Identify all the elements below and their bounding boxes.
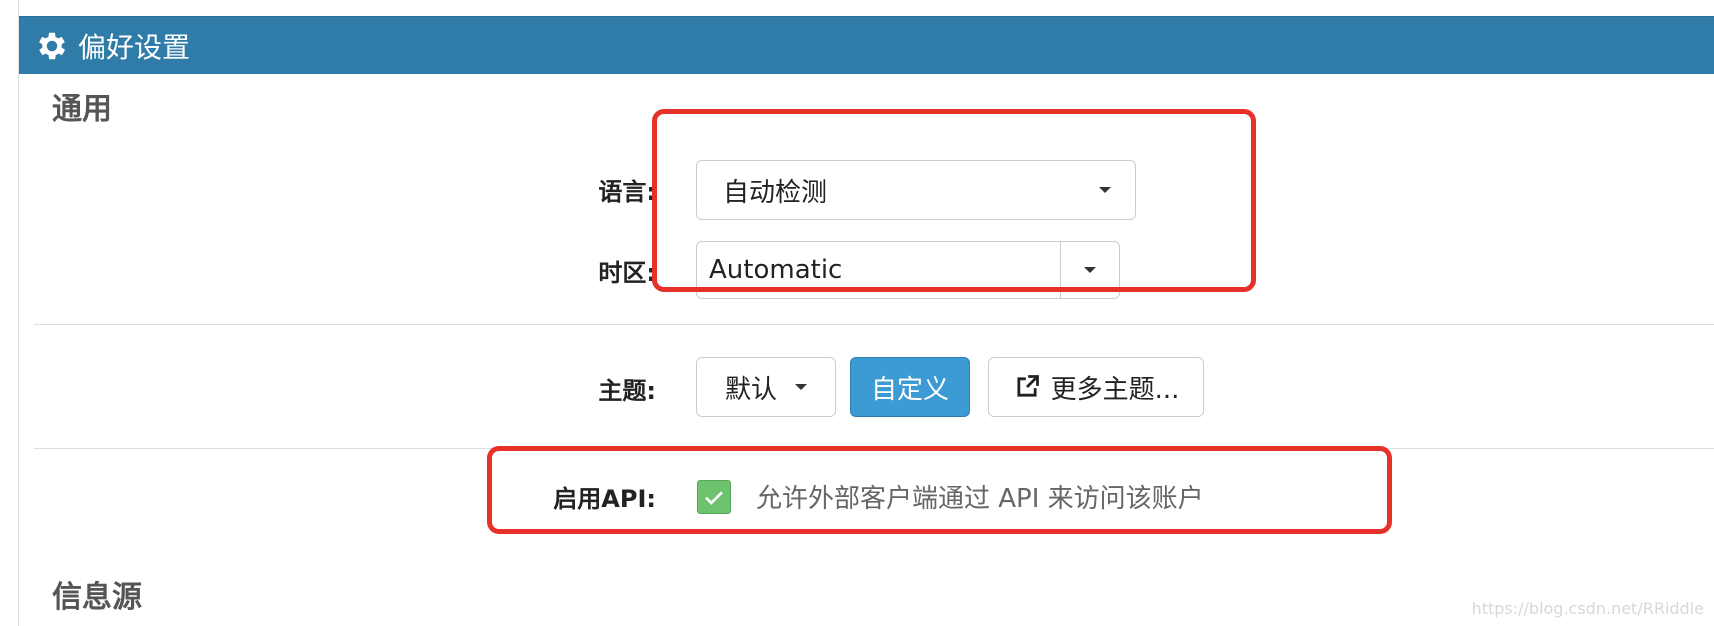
- customize-theme-button[interactable]: 自定义: [850, 357, 970, 417]
- panel-title: 偏好设置: [78, 30, 191, 64]
- theme-label: 主题:: [598, 377, 656, 405]
- theme-default-label: 默认: [724, 374, 777, 405]
- top-strip: [18, 0, 1714, 16]
- preferences-panel: 偏好设置: [18, 16, 1714, 626]
- highlight-box-api: [487, 446, 1392, 534]
- customize-theme-label: 自定义: [870, 374, 949, 405]
- highlight-box-language-timezone: [652, 109, 1256, 292]
- gear-icon: [39, 32, 66, 59]
- chevron-down-icon: [795, 384, 807, 390]
- section-title-feeds: 信息源: [52, 580, 142, 615]
- external-link-icon: [1017, 375, 1039, 397]
- more-themes-button[interactable]: 更多主题...: [988, 357, 1204, 417]
- panel-header: 偏好设置: [19, 16, 1714, 74]
- left-edge: [0, 0, 18, 626]
- divider: [34, 324, 1714, 325]
- watermark: https://blog.csdn.net/RRiddle: [1471, 599, 1704, 618]
- language-label: 语言:: [598, 178, 656, 206]
- timezone-label: 时区:: [598, 259, 656, 287]
- theme-default-dropdown[interactable]: 默认: [696, 357, 836, 417]
- more-themes-label: 更多主题...: [1050, 374, 1180, 405]
- section-title-general: 通用: [52, 92, 112, 127]
